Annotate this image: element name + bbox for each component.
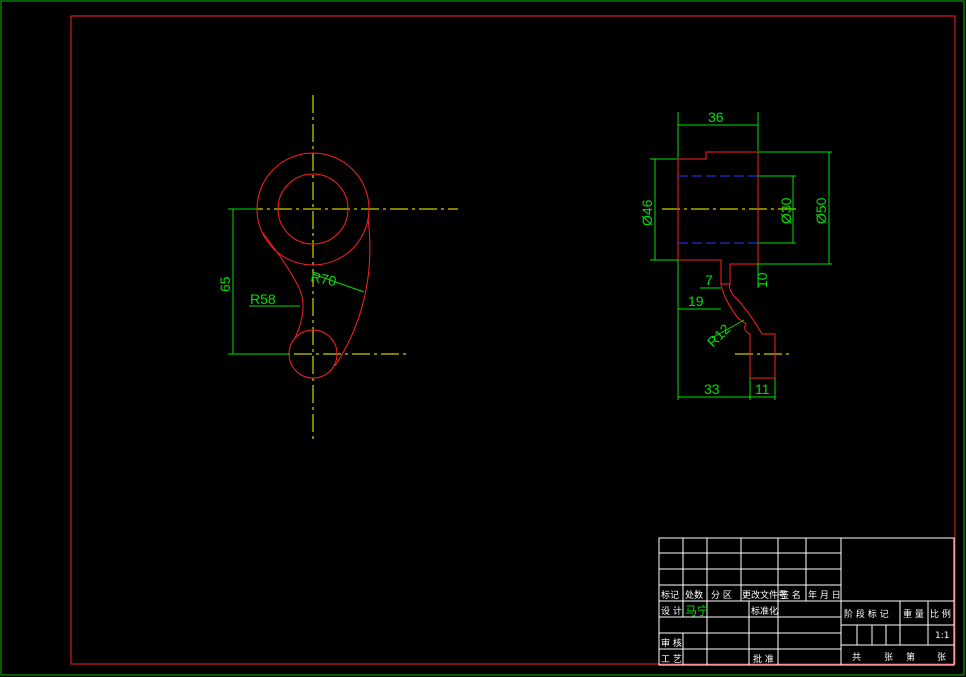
- left-view: 65 R58 R70: [217, 95, 458, 440]
- tb-scale-value: 1:1: [935, 631, 949, 641]
- tb-page-sheets-label: 张: [937, 652, 946, 663]
- tb-designer-name: 马宁: [685, 603, 709, 618]
- dim-r58-label: R58: [250, 291, 276, 307]
- tb-header-sign: 签 名: [780, 589, 801, 601]
- rv-dim33-label: 33: [704, 381, 720, 397]
- tb-header-date: 年 月 日: [808, 589, 841, 601]
- rv-dim11-label: 11: [755, 381, 770, 397]
- tb-design-label: 设 计: [661, 605, 682, 617]
- rv-dim36-label: 36: [708, 109, 724, 125]
- rv-dim7-label: 7: [705, 272, 713, 288]
- tb-total-label: 共: [852, 652, 861, 663]
- tb-standard-label: 标准化: [751, 605, 778, 617]
- tb-scale-label: 比 例: [930, 608, 951, 620]
- cad-drawing: 65 R58 R70 36 Ø46 Ø30 Ø50 7 10 19 R12 33…: [0, 0, 965, 676]
- inner-border: [70, 15, 956, 665]
- tb-header-zone: 分 区: [711, 590, 732, 601]
- rv-dim46-label: Ø46: [639, 199, 655, 226]
- right-view: 36 Ø46 Ø30 Ø50 7 10 19 R12 33 11: [639, 109, 832, 400]
- tb-stage-label: 阶 段 标 记: [844, 608, 889, 620]
- dim-65-label: 65: [217, 276, 233, 292]
- rv-dim10-label: 10: [754, 272, 770, 288]
- rv-boss-outline: [677, 151, 759, 285]
- tb-review-label: 审 核: [661, 637, 682, 649]
- rv-dim19-label: 19: [688, 293, 704, 309]
- tb-header-mark: 标记: [661, 589, 679, 601]
- title-block: [658, 537, 955, 666]
- tb-sheets-label: 张: [884, 652, 893, 663]
- rv-dim30-label: Ø30: [778, 197, 794, 224]
- tb-header-count: 处数: [685, 589, 703, 601]
- tb-weight-label: 重 量: [903, 608, 924, 620]
- rv-dim50-label: Ø50: [813, 197, 829, 224]
- arm-left-curve: [261, 231, 304, 339]
- tb-process-label: 工 艺: [661, 654, 682, 665]
- tb-approve-label: 批 准: [753, 653, 774, 665]
- outer-border: [0, 0, 965, 676]
- tb-page-label: 第: [906, 651, 915, 663]
- rv-r12-label: R12: [704, 320, 734, 350]
- arm-right-curve: [334, 217, 371, 367]
- dim-r70-label: R70: [309, 268, 338, 289]
